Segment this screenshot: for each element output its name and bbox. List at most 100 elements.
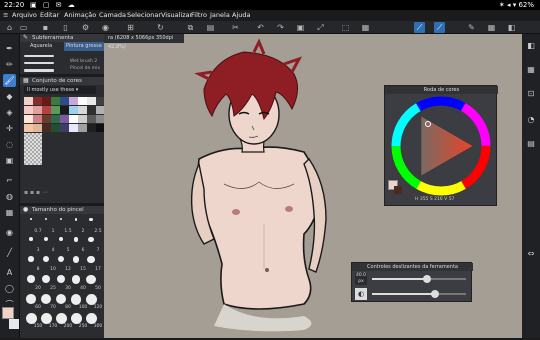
menu-camada[interactable]: Camada (99, 11, 126, 19)
brush-size-item[interactable]: 10 (39, 256, 56, 272)
color-swatch[interactable] (60, 115, 69, 123)
copy-icon[interactable]: ⧉ (185, 22, 196, 33)
color-swatch[interactable] (42, 124, 51, 132)
brush-size-item[interactable]: 300 (84, 313, 102, 329)
color-swatch[interactable] (51, 106, 60, 114)
brush-size-item[interactable]: 80 (54, 294, 71, 310)
color-swatch[interactable] (60, 106, 69, 114)
menu-icon[interactable]: ≡ (3, 11, 8, 19)
sub-color-chip[interactable] (394, 186, 402, 194)
color-swatch[interactable] (51, 115, 60, 123)
navigator-icon[interactable]: ▦ (525, 64, 537, 76)
pen-tool-icon[interactable]: ✒ (3, 42, 16, 55)
color-swatch[interactable] (69, 124, 78, 132)
save-icon[interactable]: ▪ (40, 22, 51, 33)
folder-icon[interactable]: ▭ (18, 22, 29, 33)
color-swatch[interactable] (87, 106, 96, 114)
color-swatch[interactable] (69, 106, 78, 114)
gradient-tool-icon[interactable]: ◍ (3, 190, 16, 203)
brush-size-item[interactable]: 5 (54, 237, 69, 253)
color-swatch[interactable] (33, 97, 42, 105)
brush-size-item[interactable]: 150 (24, 313, 42, 329)
brush-item[interactable]: Wet brush 2 (20, 59, 104, 66)
color-swatch[interactable] (60, 97, 69, 105)
color-swatch[interactable] (69, 97, 78, 105)
tab-pintura-grossa[interactable]: Pintura grossa (64, 42, 104, 51)
properties-icon[interactable]: ⊡ (525, 88, 537, 100)
brush-size-item[interactable]: 12 (54, 256, 71, 272)
main-sub-color-chip[interactable] (0, 305, 20, 338)
brush-size-item[interactable]: 7 (84, 237, 99, 253)
move-tool-icon[interactable]: ✛ (3, 122, 16, 135)
eraser-tool-icon[interactable]: ◆ (3, 90, 16, 103)
sv-triangle[interactable] (420, 115, 474, 177)
menu-animacao[interactable]: Animação (64, 11, 96, 19)
pen-pressure-icon[interactable]: ⟋ (434, 22, 445, 33)
color-swatch[interactable] (24, 97, 33, 105)
color-swatch[interactable] (42, 97, 51, 105)
color-swatch[interactable] (87, 115, 96, 123)
brush-item[interactable] (20, 52, 104, 59)
tab-aquarela[interactable]: Aquarela (28, 42, 54, 51)
eye-icon[interactable]: ◉ (100, 22, 111, 33)
balloon-tool-icon[interactable]: ◯ (3, 282, 16, 295)
menu-editar[interactable]: Editar (40, 11, 59, 19)
blend-tool-icon[interactable]: ◌ (3, 138, 16, 151)
bucket-tool-icon[interactable]: ▣ (3, 154, 16, 167)
menu-janela[interactable]: Janela (210, 11, 230, 19)
color-swatch[interactable] (78, 106, 87, 114)
color-swatch[interactable] (42, 115, 51, 123)
eraser-icon[interactable]: ◧ (506, 22, 517, 33)
ruler-tool-icon[interactable]: ╱ (3, 246, 16, 259)
brush-size-item[interactable]: 4 (39, 237, 54, 253)
brush-size-item[interactable]: 200 (54, 313, 72, 329)
color-swatch[interactable] (24, 106, 33, 114)
brush-size-item[interactable]: 1.5 (54, 218, 72, 234)
cut-icon[interactable]: ✂ (230, 22, 241, 33)
home-icon[interactable]: ⌂ (4, 22, 15, 33)
brush-size-item[interactable]: 6 (69, 237, 84, 253)
color-swatch[interactable] (24, 115, 33, 123)
layer-panel-icon[interactable]: ◧ (525, 40, 537, 52)
transform-icon[interactable]: ⤢ (315, 22, 326, 33)
brush-tool-icon[interactable]: 🖌 (3, 74, 16, 87)
select-tool-icon[interactable]: ◉ (3, 226, 16, 239)
brush-size-item[interactable]: 170 (39, 313, 57, 329)
document-tab[interactable]: ra (6208 x 5066px 350dpi 42.8%) (104, 34, 184, 50)
color-icon[interactable]: ◔ (525, 114, 537, 126)
colorset-dropdown[interactable]: Il mostly use these ▾ (24, 86, 96, 94)
opacity-slider[interactable] (372, 290, 466, 298)
brush-size-item[interactable]: 250 (69, 313, 87, 329)
color-swatch[interactable] (78, 97, 87, 105)
color-swatch[interactable] (33, 124, 42, 132)
stabilizer-icon[interactable]: ⟋ (414, 22, 425, 33)
color-swatch[interactable] (42, 106, 51, 114)
history-icon[interactable]: ▤ (525, 138, 537, 150)
brush-size-item[interactable]: 3 (24, 237, 39, 253)
color-swatch[interactable] (87, 124, 96, 132)
brush-size-item[interactable]: 100 (69, 294, 87, 310)
fill-tool-icon[interactable]: ◈ (3, 106, 16, 119)
menu-visualizar[interactable]: Visualizar (161, 11, 192, 19)
brush-item[interactable]: Pincel de mix (20, 66, 104, 73)
color-swatch[interactable] (33, 115, 42, 123)
pencil-tool-icon[interactable]: ✏ (3, 58, 16, 71)
text-tool-icon[interactable]: A (3, 266, 16, 279)
paste-icon[interactable]: ▤ (205, 22, 216, 33)
color-swatch[interactable] (33, 106, 42, 114)
color-swatch[interactable] (24, 124, 33, 132)
brush-size-item[interactable]: 2 (69, 218, 84, 234)
shape-tool-icon[interactable]: ▦ (3, 206, 16, 219)
sub-color[interactable] (9, 319, 19, 329)
menu-selecionar[interactable]: Selecionar (127, 11, 161, 19)
menu-filtro[interactable]: Filtro (191, 11, 207, 19)
brush-size-item[interactable]: 20 (24, 275, 41, 291)
menu-arquivo[interactable]: Arquivo (12, 11, 37, 19)
brush-size-item[interactable]: 1 (39, 218, 54, 234)
undo-icon[interactable]: ↶ (255, 22, 266, 33)
brush-size-item[interactable]: 30 (54, 275, 71, 291)
help-icon[interactable]: ✎ (466, 22, 477, 33)
brush-size-item[interactable]: 60 (24, 294, 41, 310)
color-swatch[interactable] (78, 124, 87, 132)
color-swatch[interactable] (69, 115, 78, 123)
